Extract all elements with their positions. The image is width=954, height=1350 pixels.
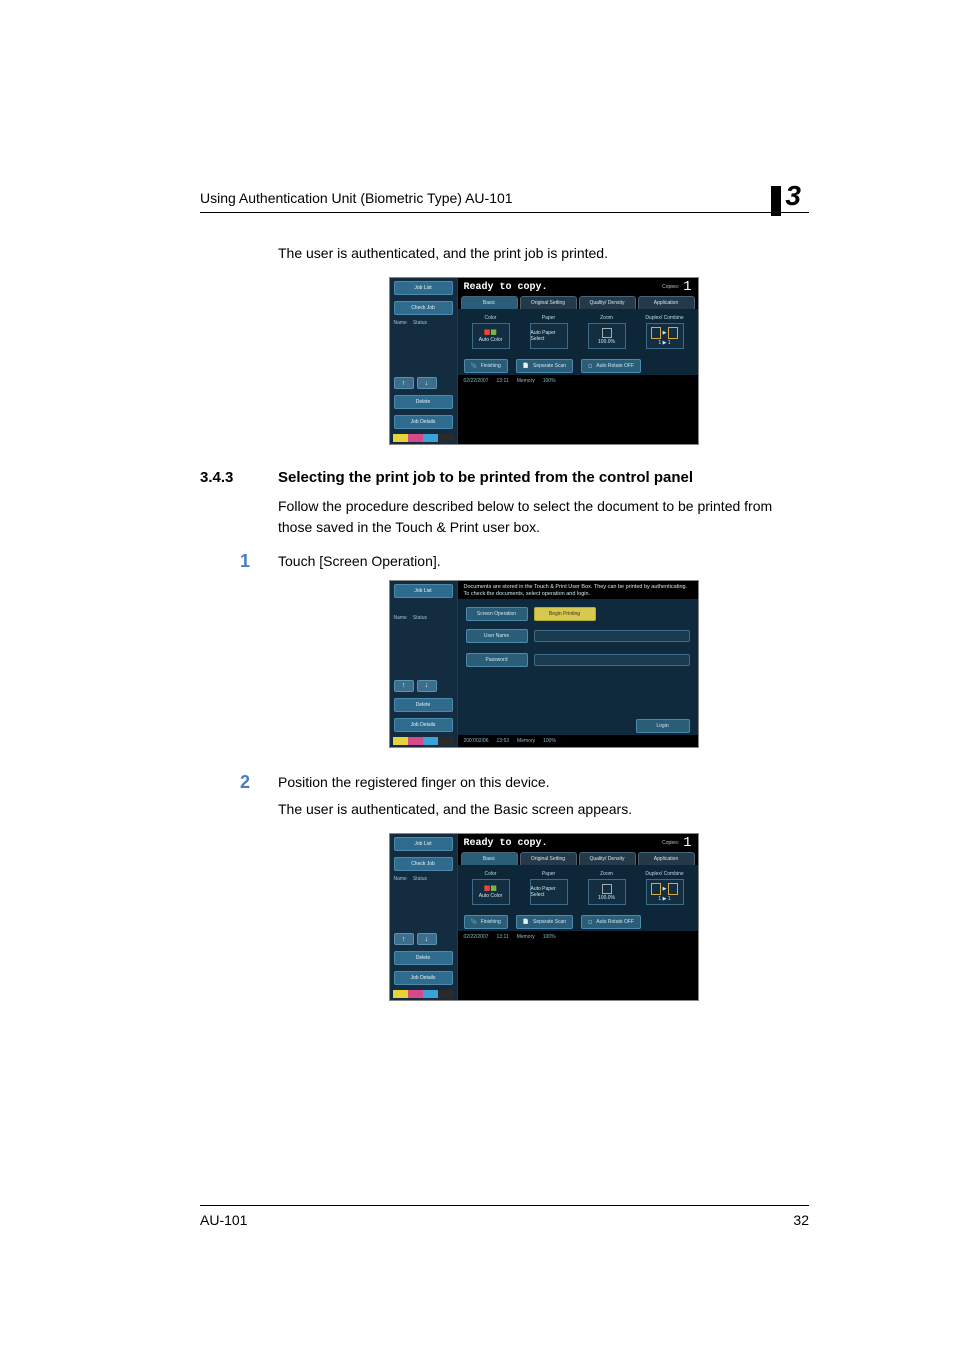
job-list-button[interactable]: Job List (394, 837, 453, 851)
auth-panel-screenshot: Job List Name Status ↑ ↓ Delete Job Detai… (389, 580, 699, 748)
separate-scan-button[interactable]: 📄Separate Scan (516, 359, 573, 373)
up-arrow-button[interactable]: ↑ (394, 933, 414, 945)
footer-memory-label: Memory (517, 934, 535, 940)
step-1-text: Touch [Screen Operation]. (278, 551, 809, 572)
job-details-button[interactable]: Job Details (394, 718, 453, 732)
footer-memory-value: 100% (543, 738, 556, 744)
password-button[interactable]: Password (466, 653, 528, 667)
job-details-button[interactable]: Job Details (394, 971, 453, 985)
intro-paragraph: The user is authenticated, and the print… (278, 243, 809, 263)
footer-memory-label: Memory (517, 738, 535, 744)
footer-date: 2007/02/06 (464, 738, 489, 744)
copies-value: 1 (683, 835, 691, 851)
col-status: Status (413, 320, 427, 326)
copies-value: 1 (683, 279, 691, 295)
opt-color-button[interactable]: 🟥🟩Auto Color (472, 879, 510, 905)
separate-scan-button[interactable]: 📄Separate Scan (516, 915, 573, 929)
user-name-button[interactable]: User Name (466, 629, 528, 643)
finishing-button[interactable]: 📎Finishing (464, 359, 508, 373)
check-job-button[interactable]: Check Job (394, 301, 453, 315)
opt-color-button[interactable]: 🟥🟩Auto Color (472, 323, 510, 349)
job-list-button[interactable]: Job List (394, 584, 453, 598)
down-arrow-button[interactable]: ↓ (417, 933, 437, 945)
opt-duplex-button[interactable]: ▶ 1 ▶ 1 (646, 323, 684, 349)
auto-rotate-button[interactable]: ◻Auto Rotate OFF (581, 915, 641, 929)
opt-zoom-button[interactable]: 100.0% (588, 879, 626, 905)
job-list-button[interactable]: Job List (394, 281, 453, 295)
down-arrow-button[interactable]: ↓ (417, 377, 437, 389)
opt-duplex-button[interactable]: ▶ 1 ▶ 1 (646, 879, 684, 905)
opt-zoom-label: Zoom (600, 315, 613, 321)
step-1-number: 1 (238, 551, 278, 572)
opt-duplex-label: Duplex/ Combine (645, 315, 683, 321)
col-name: Name (394, 320, 407, 326)
tab-basic[interactable]: Basic (461, 852, 518, 865)
check-job-button[interactable]: Check Job (394, 857, 453, 871)
delete-button[interactable]: Delete (394, 395, 453, 409)
col-status: Status (413, 876, 427, 882)
section-lead: Follow the procedure described below to … (278, 496, 809, 537)
opt-paper-button[interactable]: Auto Paper Select (530, 323, 568, 349)
job-details-button[interactable]: Job Details (394, 415, 453, 429)
section-title: Selecting the print job to be printed fr… (278, 469, 809, 486)
opt-paper-label: Paper (542, 315, 555, 321)
section-number: 3.4.3 (200, 469, 278, 486)
status-text: Ready to copy. (464, 282, 663, 293)
tab-quality-density[interactable]: Quality/ Density (579, 296, 636, 309)
col-name: Name (394, 876, 407, 882)
tab-application[interactable]: Application (638, 852, 695, 865)
step-2-subtext: The user is authenticated, and the Basic… (278, 799, 809, 819)
opt-paper-label: Paper (542, 871, 555, 877)
footer-memory-label: Memory (517, 378, 535, 384)
up-arrow-button[interactable]: ↑ (394, 680, 414, 692)
tab-original-setting[interactable]: Original Setting (520, 852, 577, 865)
opt-duplex-label: Duplex/ Combine (645, 871, 683, 877)
footer-page-number: 32 (793, 1212, 809, 1228)
opt-zoom-button[interactable]: 100.0% (588, 323, 626, 349)
down-arrow-button[interactable]: ↓ (417, 680, 437, 692)
delete-button[interactable]: Delete (394, 951, 453, 965)
opt-color-label: Color (485, 871, 497, 877)
password-field[interactable] (534, 654, 690, 666)
up-arrow-button[interactable]: ↑ (394, 377, 414, 389)
step-2-text: Position the registered finger on this d… (278, 772, 809, 793)
running-header: Using Authentication Unit (Biometric Typ… (200, 190, 513, 206)
footer-time: 13:11 (497, 378, 509, 384)
copier-panel-screenshot: Job List Check Job Name Status ↑ ↓ Delete… (389, 277, 699, 445)
auto-rotate-button[interactable]: ◻Auto Rotate OFF (581, 359, 641, 373)
tab-original-setting[interactable]: Original Setting (520, 296, 577, 309)
user-name-field[interactable] (534, 630, 690, 642)
screen-operation-button[interactable]: Screen Operation (466, 607, 528, 621)
delete-button[interactable]: Delete (394, 698, 453, 712)
col-status: Status (413, 615, 427, 621)
footer-memory-value: 100% (543, 378, 556, 384)
begin-printing-button[interactable]: Begin Printing (534, 607, 596, 621)
chapter-number: 3 (771, 180, 809, 212)
login-button[interactable]: Login (636, 719, 690, 733)
copies-label: Copies: (662, 840, 679, 846)
status-text: Ready to copy. (464, 838, 663, 849)
footer-time: 13:53 (497, 738, 510, 744)
col-name: Name (394, 615, 407, 621)
auth-message: Documents are stored in the Touch & Prin… (458, 581, 698, 599)
footer-date: 02/22/2007 (464, 934, 489, 940)
footer-date: 02/22/2007 (464, 378, 489, 384)
opt-zoom-label: Zoom (600, 871, 613, 877)
footer-memory-value: 100% (543, 934, 556, 940)
footer-time: 13:11 (497, 934, 509, 940)
finishing-button[interactable]: 📎Finishing (464, 915, 508, 929)
tab-application[interactable]: Application (638, 296, 695, 309)
tab-basic[interactable]: Basic (461, 296, 518, 309)
opt-paper-button[interactable]: Auto Paper Select (530, 879, 568, 905)
copies-label: Copies: (662, 284, 679, 290)
footer-model: AU-101 (200, 1212, 247, 1228)
copier-panel-screenshot-2: Job List Check Job Name Status ↑ ↓ Delete… (389, 833, 699, 1001)
tab-quality-density[interactable]: Quality/ Density (579, 852, 636, 865)
step-2-number: 2 (238, 772, 278, 793)
opt-color-label: Color (485, 315, 497, 321)
